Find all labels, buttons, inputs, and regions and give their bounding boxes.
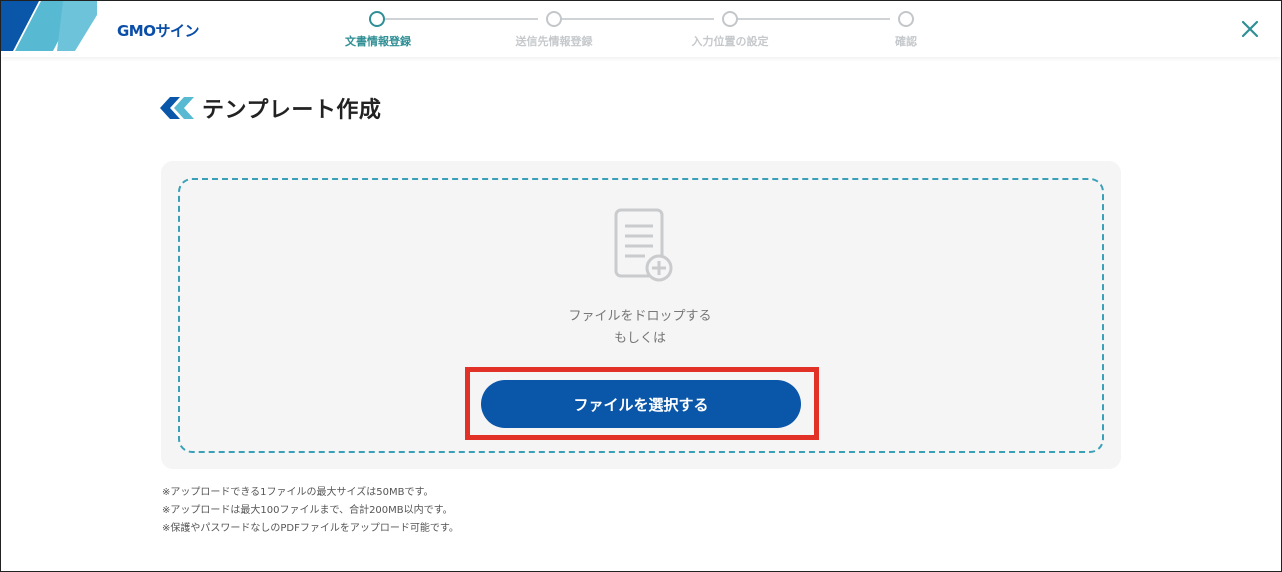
step-label-3: 入力位置の設定 (691, 35, 769, 48)
step-label-2: 送信先情報登録 (515, 35, 593, 48)
step-label-4: 確認 (895, 35, 917, 48)
progress-stepper: 文書情報登録 送信先情報登録 入力位置の設定 確認 (1, 1, 1281, 57)
step-connector (561, 18, 714, 20)
document-add-icon (614, 208, 673, 282)
step-indicator-3 (722, 11, 738, 27)
step-indicator-2 (546, 11, 562, 27)
close-icon[interactable] (1239, 18, 1261, 40)
upload-notes: ※アップロードできる1ファイルの最大サイズは50MBです。 ※アップロードは最大… (162, 484, 459, 538)
step-connector (385, 18, 538, 20)
title-logo-icon (160, 97, 194, 119)
step-label-1: 文書情報登録 (345, 35, 411, 48)
drop-instructions: ファイルをドロップする もしくは (480, 306, 800, 350)
note-line: ※アップロードは最大100ファイルまで、合計200MB以内です。 (162, 505, 453, 516)
drop-text-line-1: ファイルをドロップする (568, 309, 712, 324)
page-title-row: テンプレート作成 (160, 92, 381, 124)
drop-text-line-2: もしくは (613, 331, 666, 346)
step-connector (737, 18, 890, 20)
note-line: ※アップロードできる1ファイルの最大サイズは50MBです。 (162, 487, 434, 498)
page-title: テンプレート作成 (202, 98, 382, 123)
step-indicator-4 (898, 11, 914, 27)
select-file-button[interactable]: ファイルを選択する (481, 380, 801, 428)
note-line: ※保護やパスワードなしのPDFファイルをアップロード可能です。 (162, 523, 459, 534)
step-indicator-1 (369, 11, 385, 27)
header: GMOサイン 文書情報登録 送信先情報登録 入力位置の設定 確認 (1, 1, 1281, 57)
